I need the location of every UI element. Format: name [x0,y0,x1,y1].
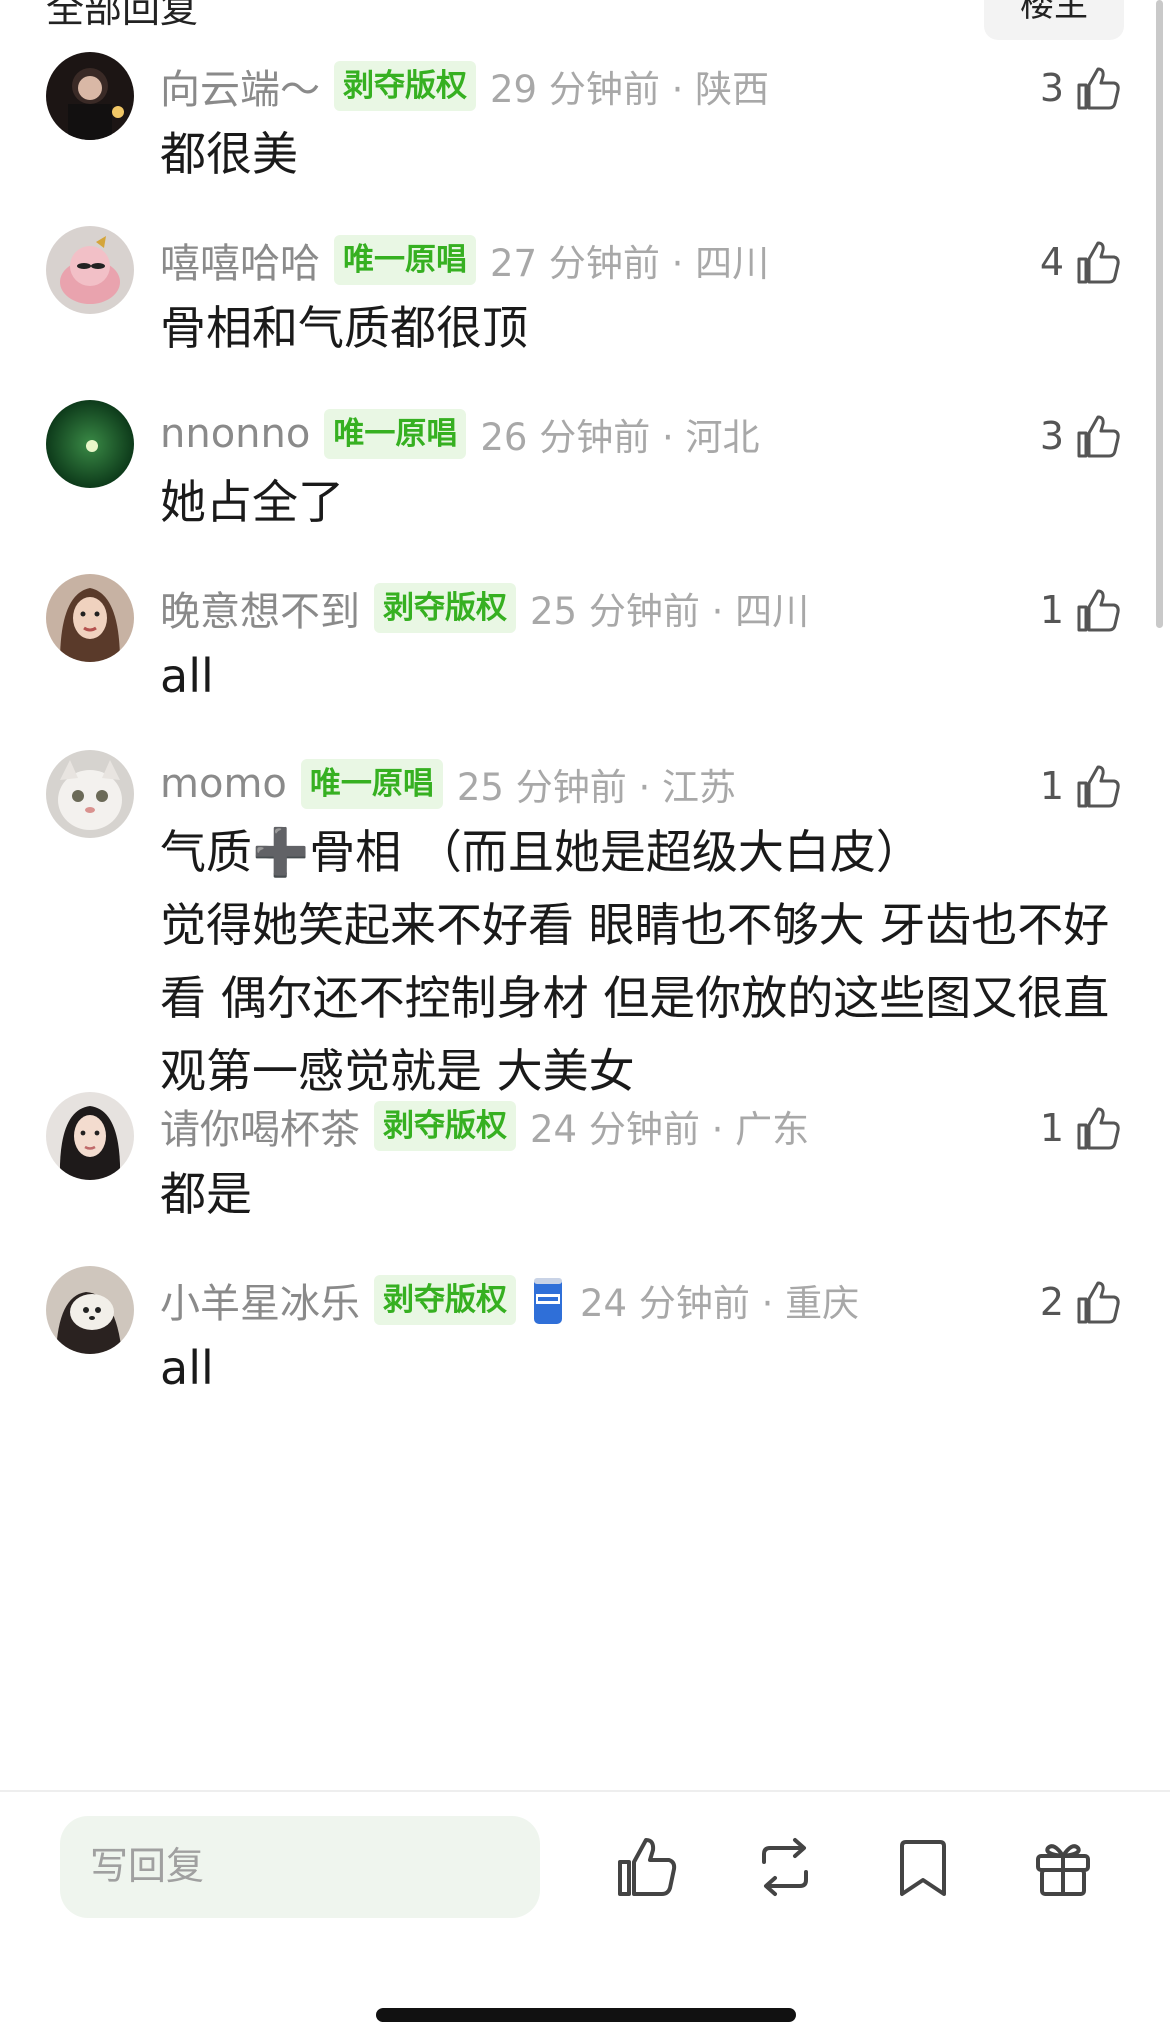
comment-time-location: 25 分钟前 · 四川 [530,590,810,633]
user-badge: 剥夺版权 [374,1101,516,1151]
username[interactable]: nnonno [160,411,310,457]
comment-meta: 小羊星冰乐 剥夺版权 24 分钟前 · 重庆 [160,1272,859,1328]
thumbs-up-icon[interactable] [612,1832,682,1902]
like-button[interactable]: 4 [1040,226,1124,298]
like-button[interactable]: 3 [1040,400,1124,472]
comment-meta: 请你喝杯茶 剥夺版权 24 分钟前 · 广东 [160,1098,809,1154]
like-count: 3 [1039,66,1064,110]
comment-content: 骨相和气质都很顶 [160,301,528,355]
section-title: 全部回复 [46,0,199,31]
drink-can-icon [530,1272,566,1328]
user-badge: 剥夺版权 [374,583,516,633]
replies-header: 全部回复 楼主 [0,0,1170,44]
comment-meta: 向云端～ 剥夺版权 29 分钟前 · 陕西 [160,58,769,114]
comment-meta: 嘻嘻哈哈 唯一原唱 27 分钟前 · 四川 [160,232,769,288]
avatar[interactable] [46,1092,134,1180]
reply-input[interactable] [60,1816,540,1918]
thumbs-up-icon [1074,585,1124,635]
comment-content: 都很美 [160,127,298,181]
comment-time-location: 26 分钟前 · 河北 [480,416,760,459]
comment-time-location: 27 分钟前 · 四川 [490,242,770,285]
comment-content: 她占全了 [160,475,344,529]
user-badge: 唯一原唱 [324,409,467,459]
repost-icon[interactable] [750,1832,820,1902]
like-count: 1 [1039,588,1064,632]
user-badge: 唯一原唱 [334,235,476,285]
like-button[interactable]: 1 [1040,574,1124,646]
gift-icon[interactable] [1028,1832,1098,1902]
user-badge: 剥夺版权 [334,61,476,111]
home-indicator[interactable] [376,2008,796,2022]
like-count: 2 [1039,1280,1064,1324]
bookmark-icon[interactable] [888,1832,958,1902]
avatar[interactable] [46,400,134,488]
like-count: 3 [1039,414,1064,458]
username[interactable]: momo [160,761,287,807]
like-count: 1 [1039,1106,1064,1150]
comment-meta: 晚意想不到 剥夺版权 25 分钟前 · 四川 [160,580,809,636]
avatar[interactable] [46,750,134,838]
like-button[interactable]: 3 [1040,52,1124,124]
comment-meta: momo 唯一原唱 25 分钟前 · 江苏 [160,756,736,812]
op-filter-button[interactable]: 楼主 [984,0,1124,40]
comment-time-location: 24 分钟前 · 重庆 [580,1282,860,1325]
comment-time-location: 24 分钟前 · 广东 [530,1108,810,1151]
like-count: 1 [1039,764,1064,808]
thumbs-up-icon [1074,1277,1124,1327]
comment-content: all [160,649,214,703]
like-button[interactable]: 1 [1040,1092,1124,1164]
comment-time-location: 29 分钟前 · 陕西 [490,68,770,111]
avatar[interactable] [46,52,134,140]
comment-content: 都是 [160,1167,252,1221]
comment-content: 气质➕骨相 （而且她是超级大白皮） 觉得她笑起来不好看 眼睛也不够大 牙齿也不好… [160,825,1110,1098]
comment-content: all [160,1341,214,1395]
comment-time-location: 25 分钟前 · 江苏 [456,766,737,809]
avatar[interactable] [46,574,134,662]
like-count: 4 [1039,240,1064,284]
user-badge: 剥夺版权 [374,1275,516,1325]
username[interactable]: 晚意想不到 [160,579,360,637]
thumbs-up-icon [1074,411,1124,461]
user-badge: 唯一原唱 [300,759,443,809]
username[interactable]: 嘻嘻哈哈 [160,231,320,289]
thumbs-up-icon [1074,63,1124,113]
comment-meta: nnonno 唯一原唱 26 分钟前 · 河北 [160,406,760,462]
avatar[interactable] [46,1266,134,1354]
username[interactable]: 向云端～ [160,57,320,115]
op-filter-label: 楼主 [1020,0,1088,25]
bottom-action-bar [0,1792,1170,2040]
scrollbar[interactable] [1156,0,1163,628]
like-button[interactable]: 1 [1040,750,1124,822]
avatar[interactable] [46,226,134,314]
username[interactable]: 小羊星冰乐 [160,1271,360,1329]
username[interactable]: 请你喝杯茶 [160,1097,360,1155]
thumbs-up-icon [1074,237,1124,287]
thumbs-up-icon [1074,761,1124,811]
thumbs-up-icon [1074,1103,1124,1153]
like-button[interactable]: 2 [1040,1266,1124,1338]
